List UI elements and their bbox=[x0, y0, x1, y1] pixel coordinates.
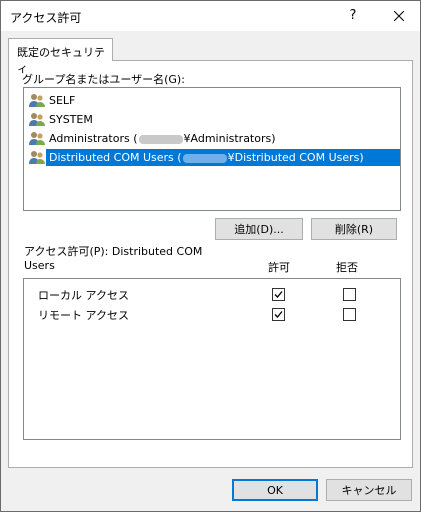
list-item-label: Administrators ( ¥Administrators) bbox=[47, 132, 278, 145]
close-button[interactable] bbox=[379, 1, 419, 31]
deny-column-header: 拒否 bbox=[336, 261, 358, 274]
users-group-icon bbox=[29, 113, 45, 126]
dialog-title: アクセス許可 bbox=[10, 11, 82, 25]
allow-checkbox-remote-access[interactable] bbox=[272, 308, 285, 321]
list-item-label-end: ¥Distributed COM Users) bbox=[227, 151, 364, 164]
permission-row-remote-access: リモート アクセス bbox=[24, 304, 400, 324]
permissions-list: ローカル アクセス リモート アクセス bbox=[23, 278, 401, 440]
allow-checkbox-local-access[interactable] bbox=[272, 288, 285, 301]
title-bar: アクセス許可 ? bbox=[1, 1, 420, 31]
list-item-label: Distributed COM Users ( ¥Distributed COM … bbox=[46, 149, 400, 166]
tab-label: 既定のセキュリティ bbox=[17, 46, 105, 75]
checkmark-icon bbox=[274, 291, 283, 298]
redacted-machine-name bbox=[182, 153, 227, 163]
help-button[interactable]: ? bbox=[335, 1, 371, 31]
list-item-label-end: ¥Administrators) bbox=[183, 132, 276, 145]
list-item-self[interactable]: SELF bbox=[29, 92, 395, 109]
allow-column-header: 許可 bbox=[268, 261, 290, 274]
ok-button[interactable]: OK bbox=[232, 479, 318, 501]
list-item-label: SELF bbox=[49, 94, 76, 107]
list-item-label-start: Administrators ( bbox=[49, 132, 138, 145]
tab-default-security[interactable]: 既定のセキュリティ bbox=[8, 38, 113, 75]
group-user-listbox[interactable]: SELF SYSTEM Administrators ( ¥Administrat… bbox=[23, 87, 401, 211]
users-group-icon bbox=[29, 94, 45, 107]
cancel-button[interactable]: キャンセル bbox=[326, 479, 412, 501]
add-button[interactable]: 追加(D)... bbox=[215, 218, 303, 240]
users-group-icon bbox=[29, 132, 45, 145]
permission-name: ローカル アクセス bbox=[38, 289, 129, 302]
users-group-icon bbox=[29, 151, 45, 164]
list-item-system[interactable]: SYSTEM bbox=[29, 111, 395, 128]
list-item-distributed-com-users[interactable]: Distributed COM Users ( ¥Distributed COM … bbox=[29, 149, 400, 166]
permissions-label-line1: アクセス許可(P): Distributed COM bbox=[24, 245, 203, 258]
permission-name: リモート アクセス bbox=[38, 309, 129, 322]
permissions-label-line2: Users bbox=[24, 259, 55, 272]
redacted-machine-name bbox=[138, 134, 183, 144]
close-icon bbox=[393, 10, 405, 22]
remove-button[interactable]: 削除(R) bbox=[311, 218, 397, 240]
list-item-label: SYSTEM bbox=[49, 113, 93, 126]
deny-checkbox-local-access[interactable] bbox=[343, 288, 356, 301]
list-item-label-start: Distributed COM Users ( bbox=[49, 151, 182, 164]
list-item-administrators[interactable]: Administrators ( ¥Administrators) bbox=[29, 130, 395, 147]
deny-checkbox-remote-access[interactable] bbox=[343, 308, 356, 321]
permission-row-local-access: ローカル アクセス bbox=[24, 284, 400, 304]
permissions-label: アクセス許可(P): Distributed COM Users bbox=[24, 245, 204, 273]
checkmark-icon bbox=[274, 311, 283, 318]
